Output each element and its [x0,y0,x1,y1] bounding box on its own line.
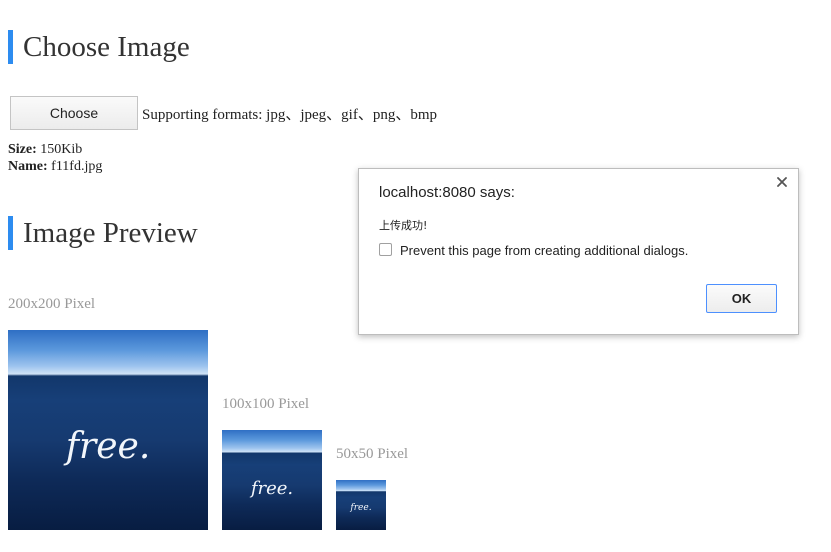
preview-50-label: 50x50 Pixel [336,446,409,462]
file-size-label: Size: [8,142,37,157]
file-size-line: Size: 150Kib [8,142,82,158]
preview-100-label: 100x100 Pixel [222,396,310,412]
image-preview-heading: Image Preview [8,216,198,250]
prevent-dialogs-checkbox[interactable] [379,243,392,256]
preview-image-200: free. [8,330,208,530]
choose-image-heading: Choose Image [8,30,190,64]
preview-200-label: 200x200 Pixel [8,296,96,312]
close-icon[interactable] [774,174,790,190]
prevent-dialogs-label[interactable]: Prevent this page from creating addition… [400,243,688,258]
preview-image-text: free. [250,478,294,499]
supported-formats-text: Supporting formats: jpg、jpeg、gif、png、bmp [142,107,437,123]
preview-image-100: free. [222,430,322,530]
preview-image-text: free. [65,426,151,467]
preview-image-50: free. [336,480,386,530]
choose-file-button[interactable]: Choose [10,96,138,130]
file-name-value: f11fd.jpg [51,159,103,174]
file-name-label: Name: [8,159,48,174]
ok-button[interactable]: OK [706,284,777,313]
page: Choose Image Choose Supporting formats: … [0,0,831,552]
dialog-message: 上传成功! [379,219,428,232]
file-size-value: 150Kib [40,142,83,157]
preview-image-text: free. [350,503,372,513]
dialog-title: localhost:8080 says: [379,184,515,201]
alert-dialog: localhost:8080 says: 上传成功! Prevent this … [358,168,799,335]
file-name-line: Name: f11fd.jpg [8,159,102,175]
